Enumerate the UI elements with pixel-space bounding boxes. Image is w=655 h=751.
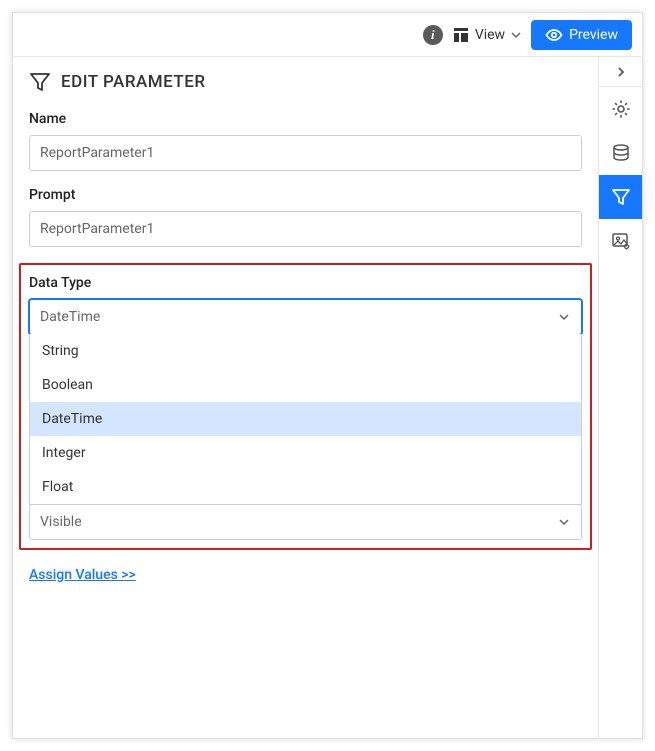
filter-icon: [29, 71, 51, 93]
highlight-region: Data Type DateTime StringBooleanDateTime…: [19, 263, 592, 550]
rail-parameters-button[interactable]: [599, 175, 642, 219]
panel-header: EDIT PARAMETER: [29, 71, 582, 93]
gear-icon: [611, 99, 631, 119]
datatype-options-list: StringBooleanDateTimeIntegerFloat: [29, 334, 582, 505]
datatype-option[interactable]: Boolean: [30, 368, 581, 402]
datatype-option[interactable]: DateTime: [30, 402, 581, 436]
view-dropdown[interactable]: View: [453, 27, 521, 43]
datatype-option[interactable]: Integer: [30, 436, 581, 470]
preview-label: Preview: [569, 27, 618, 43]
rail-data-button[interactable]: [599, 131, 642, 175]
datatype-select[interactable]: DateTime: [29, 299, 582, 335]
image-settings-icon: [611, 231, 631, 251]
filter-icon: [611, 187, 631, 207]
preview-button[interactable]: Preview: [531, 20, 632, 50]
chevron-down-icon: [557, 310, 571, 324]
info-icon[interactable]: i: [423, 25, 443, 45]
visibility-value: Visible: [40, 514, 82, 530]
datatype-option[interactable]: Float: [30, 470, 581, 504]
view-label: View: [475, 27, 505, 43]
datatype-value: DateTime: [40, 309, 100, 325]
prompt-input[interactable]: [29, 211, 582, 247]
assign-values-link[interactable]: Assign Values >>: [29, 567, 136, 583]
eye-icon: [545, 26, 563, 44]
visibility-select[interactable]: Visible: [29, 504, 582, 540]
name-label: Name: [29, 111, 582, 127]
chevron-down-icon: [511, 30, 521, 40]
datatype-option[interactable]: String: [30, 334, 581, 368]
datatype-label: Data Type: [29, 275, 582, 291]
layout-icon: [453, 27, 469, 43]
rail-collapse-button[interactable]: [599, 57, 642, 87]
database-icon: [611, 143, 631, 163]
chevron-down-icon: [557, 515, 571, 529]
rail-image-button[interactable]: [599, 219, 642, 263]
name-input[interactable]: [29, 135, 582, 171]
prompt-label: Prompt: [29, 187, 582, 203]
chevron-right-icon: [615, 66, 627, 78]
rail-settings-button[interactable]: [599, 87, 642, 131]
panel-title: EDIT PARAMETER: [61, 72, 206, 92]
top-toolbar: i View Preview: [13, 13, 642, 57]
right-rail: [598, 57, 642, 738]
